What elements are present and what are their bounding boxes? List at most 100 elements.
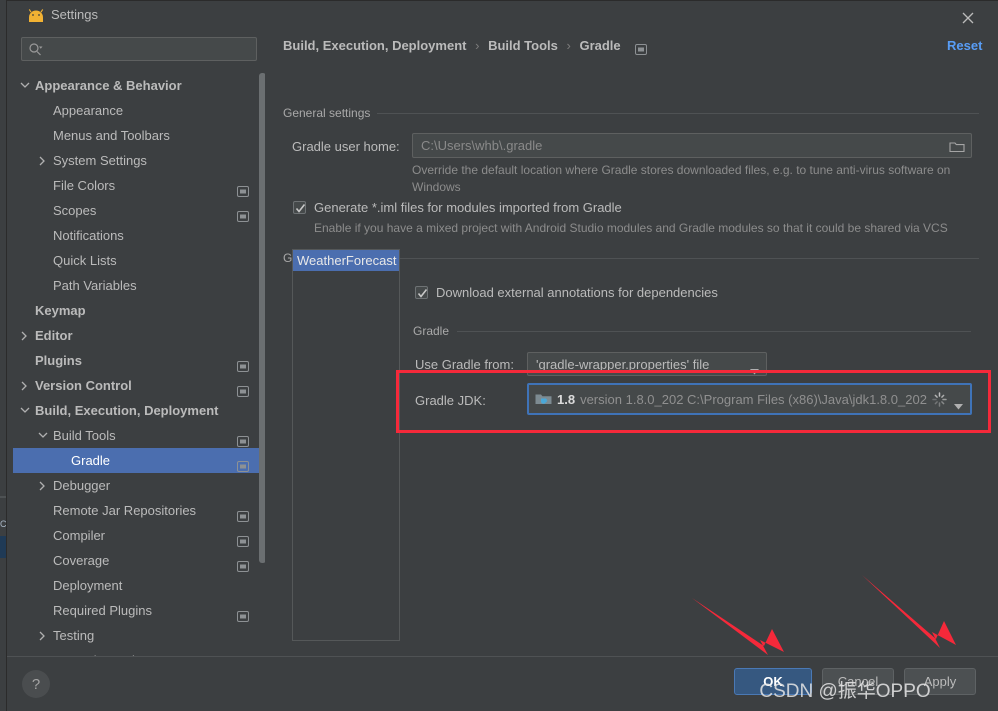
use-gradle-from-value: 'gradle-wrapper.properties' file (536, 356, 710, 372)
chevron-down-icon[interactable] (37, 423, 49, 448)
sidebar-item-quick-lists[interactable]: Quick Lists (13, 248, 265, 273)
breadcrumb: Build, Execution, Deployment › Build Too… (283, 38, 621, 53)
reset-link[interactable]: Reset (947, 38, 982, 53)
ok-button[interactable]: OK (734, 668, 812, 695)
sidebar-item-label: Compiler (53, 528, 106, 543)
gradle-jdk-combo[interactable]: 1.8 version 1.8.0_202 C:\Program Files (… (527, 383, 972, 415)
sidebar-item-label: Scopes (53, 203, 97, 218)
sidebar-item-editor[interactable]: Editor (13, 323, 265, 348)
sidebar-item-label: Deployment (53, 578, 123, 593)
help-button[interactable]: ? (22, 670, 50, 698)
sidebar-item-label: Build Tools (53, 428, 116, 443)
settings-badge-icon[interactable] (237, 355, 249, 372)
sidebar-item-plugins[interactable]: Plugins (13, 348, 265, 373)
sidebar-item-label: Notifications (53, 228, 124, 243)
sidebar-item-gradle[interactable]: Gradle (13, 448, 265, 473)
folder-icon[interactable] (949, 140, 965, 158)
sidebar-item-file-colors[interactable]: File Colors (13, 173, 265, 198)
chevron-right-icon[interactable] (19, 323, 31, 348)
title-bar: Settings (7, 1, 998, 31)
apply-button[interactable]: Apply (904, 668, 976, 695)
gradle-user-home-field[interactable]: C:\Users\whb\.gradle (412, 133, 972, 158)
sidebar-item-scopes[interactable]: Scopes (13, 198, 265, 223)
section-divider (457, 331, 971, 332)
chevron-right-icon[interactable] (37, 623, 49, 648)
generate-iml-label: Generate *.iml files for modules importe… (314, 200, 622, 215)
section-divider (375, 258, 979, 259)
sidebar-item-debugger[interactable]: Debugger (13, 473, 265, 498)
sidebar-item-label: Coverage (53, 553, 110, 568)
jdk-folder-icon (535, 392, 552, 406)
gradle-jdk-label: Gradle JDK: (415, 393, 486, 408)
use-gradle-from-label: Use Gradle from: (415, 357, 514, 372)
sidebar-item-appearance-behavior[interactable]: Appearance & Behavior (13, 73, 265, 98)
sidebar-item-label: Keymap (35, 303, 86, 318)
search-field[interactable] (21, 37, 257, 61)
sidebar-item-keymap[interactable]: Keymap (13, 298, 265, 323)
settings-badge-icon[interactable] (237, 455, 249, 472)
breadcrumb-separator: › (566, 38, 571, 53)
generate-iml-hint: Enable if you have a mixed project with … (314, 221, 948, 235)
settings-badge-icon[interactable] (237, 180, 249, 197)
settings-dialog-root: C Settings Appearance & Behavior Appeara… (0, 0, 998, 711)
sidebar-item-label: Editor (35, 328, 73, 343)
sidebar-item-label: Path Variables (53, 278, 137, 293)
sidebar-item-build-execution-deployment[interactable]: Build, Execution, Deployment (13, 398, 265, 423)
sidebar-item-system-settings[interactable]: System Settings (13, 148, 265, 173)
sidebar-item-label: Plugins (35, 353, 82, 368)
cancel-button[interactable]: Cancel (822, 668, 894, 695)
loading-spinner-icon (932, 392, 947, 412)
breadcrumb-badge-icon[interactable] (635, 42, 647, 55)
gradle-jdk-description: version 1.8.0_202 C:\Program Files (x86)… (580, 391, 927, 407)
sidebar-item-appearance[interactable]: Appearance (13, 98, 265, 123)
chevron-down-icon[interactable] (19, 73, 31, 98)
chevron-down-icon[interactable] (19, 398, 31, 423)
sidebar-item-label: Version Control (35, 378, 132, 393)
settings-badge-icon[interactable] (237, 380, 249, 397)
search-input[interactable] (48, 38, 253, 60)
settings-tree[interactable]: Appearance & Behavior Appearance Menus and… (13, 73, 265, 683)
gradle-project-item[interactable]: WeatherForecast (293, 250, 399, 271)
breadcrumb-item-0[interactable]: Build, Execution, Deployment (283, 38, 466, 53)
sidebar-item-menus-and-toolbars[interactable]: Menus and Toolbars (13, 123, 265, 148)
sidebar-item-required-plugins[interactable]: Required Plugins (13, 598, 265, 623)
gradle-projects-list[interactable]: WeatherForecast (292, 249, 400, 641)
sidebar-item-label: Appearance & Behavior (35, 78, 182, 93)
breadcrumb-item-1[interactable]: Build Tools (488, 38, 558, 53)
settings-dialog: Settings Appearance & Behavior Appearanc… (6, 0, 998, 711)
download-annotations-checkbox[interactable] (415, 286, 428, 299)
settings-badge-icon[interactable] (237, 205, 249, 222)
sidebar-item-label: Gradle (71, 453, 111, 468)
sidebar-item-version-control[interactable]: Version Control (13, 373, 265, 398)
sidebar-item-label: System Settings (53, 153, 147, 168)
close-icon[interactable] (955, 5, 981, 29)
sidebar-item-build-tools[interactable]: Build Tools (13, 423, 265, 448)
sidebar-item-remote-jar-repositories[interactable]: Remote Jar Repositories (13, 498, 265, 523)
sidebar-item-coverage[interactable]: Coverage (13, 548, 265, 573)
settings-sidebar: Appearance & Behavior Appearance Menus and… (13, 31, 266, 668)
sidebar-item-compiler[interactable]: Compiler (13, 523, 265, 548)
generate-iml-checkbox[interactable] (293, 201, 306, 214)
chevron-down-icon (750, 362, 759, 380)
settings-badge-icon[interactable] (237, 505, 249, 522)
settings-badge-icon[interactable] (237, 605, 249, 622)
chevron-right-icon[interactable] (37, 148, 49, 173)
gradle-user-home-label: Gradle user home: (292, 139, 400, 154)
settings-badge-icon[interactable] (237, 555, 249, 572)
settings-badge-icon[interactable] (237, 530, 249, 547)
settings-content-panel: Build, Execution, Deployment › Build Too… (265, 31, 998, 656)
breadcrumb-separator: › (475, 38, 480, 53)
chevron-down-icon (954, 397, 963, 415)
settings-badge-icon[interactable] (237, 430, 249, 447)
sidebar-item-notifications[interactable]: Notifications (13, 223, 265, 248)
breadcrumb-item-2[interactable]: Gradle (579, 38, 620, 53)
use-gradle-from-combo[interactable]: 'gradle-wrapper.properties' file (527, 352, 767, 376)
sidebar-item-testing[interactable]: Testing (13, 623, 265, 648)
sidebar-item-path-variables[interactable]: Path Variables (13, 273, 265, 298)
gradle-user-home-value: C:\Users\whb\.gradle (421, 138, 543, 153)
chevron-right-icon[interactable] (19, 373, 31, 398)
android-studio-icon (27, 8, 45, 23)
general-settings-section-title: General settings (283, 106, 371, 120)
chevron-right-icon[interactable] (37, 473, 49, 498)
sidebar-item-deployment[interactable]: Deployment (13, 573, 265, 598)
